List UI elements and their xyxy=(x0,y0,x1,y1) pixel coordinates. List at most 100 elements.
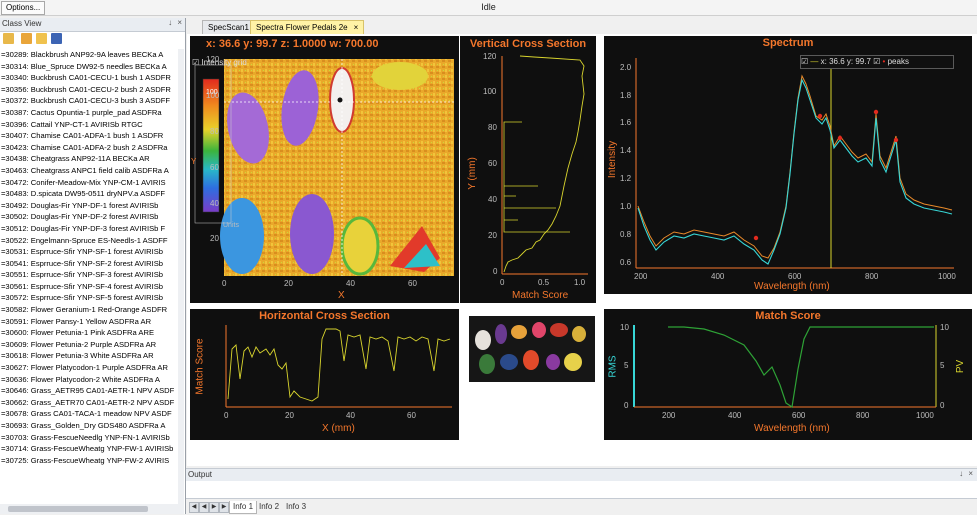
class-list-item[interactable]: =30551: Esprruce-Sfir YNP-SF-3 forest AV… xyxy=(0,269,178,281)
class-list-item[interactable]: =30703: Grass-FescueNeedlg YNP-FN-1 AVIR… xyxy=(0,432,178,444)
hcs-xtick-40: 40 xyxy=(346,411,355,420)
app-status-title: Idle xyxy=(481,2,496,12)
class-list-item[interactable]: =30314: Blue_Spruce DW92-5 needles BECKa… xyxy=(0,61,178,73)
class-list-item[interactable]: =30646: Grass_AETR95 CA01-AETR-1 NPV ASD… xyxy=(0,385,178,397)
ms-xtick-400: 400 xyxy=(728,411,742,420)
pin-icon[interactable]: ↓ xyxy=(959,469,963,478)
next-page-icon[interactable]: ▶ xyxy=(209,502,219,513)
class-list-item[interactable]: =30618: Flower Petunia-3 White ASDFRa AR xyxy=(0,350,178,362)
class-list-item[interactable]: =30423: Chamise CA01-ADFA-2 bush 2 ASDFR… xyxy=(0,142,178,154)
class-list-item[interactable]: =30356: Buckbrush CA01-CECU-2 bush 2 ASD… xyxy=(0,84,178,96)
tab-specscan1[interactable]: SpecScan1 xyxy=(202,20,255,34)
spectrum-x-label: Wavelength (nm) xyxy=(754,281,830,292)
vertical-cross-section-panel: Vertical Cross Section 120 100 80 60 40 … xyxy=(460,36,596,303)
image-xtick-0: 0 xyxy=(222,279,227,288)
new-class-icon[interactable] xyxy=(3,33,14,44)
class-list-item[interactable]: =30463: Cheatgrass ANPC1 field calib ASD… xyxy=(0,165,178,177)
spectrum-peaks-line xyxy=(637,74,953,259)
spectrum-ytick-0-6: 0.6 xyxy=(620,258,632,267)
match-score-panel: Match Score 10 5 0 10 5 0 200 400 600 80… xyxy=(604,309,972,440)
vertical-cross-section-chart[interactable] xyxy=(460,36,596,303)
class-list-item[interactable]: =30531: Esprruce-Sfir YNP-SF-1 forest AV… xyxy=(0,246,178,258)
class-list-item[interactable]: =30714: Grass-FescueWheatg YNP-FW-1 AVIR… xyxy=(0,443,178,455)
prev-page-icon[interactable]: ◀ xyxy=(199,502,209,513)
class-list-item[interactable]: =30522: Engelmann-Spruce ES-Needls-1 ASD… xyxy=(0,235,178,247)
spectrum-ytick-1-4: 1.4 xyxy=(620,146,632,155)
class-list-item[interactable]: =30387: Cactus Opuntia-1 purple_pad ASDF… xyxy=(0,107,178,119)
class-list-item[interactable]: =30407: Chamise CA01-ADFA-1 bush 1 ASDFR xyxy=(0,130,178,142)
class-list-item[interactable]: =30609: Flower Petunia-2 Purple ASDFRa A… xyxy=(0,339,178,351)
vcs-ytick-100: 100 xyxy=(483,87,497,96)
ms-y-label-left: RMS xyxy=(607,355,619,378)
spectrum-ytick-1-6: 1.6 xyxy=(620,118,632,127)
image-view-svg[interactable] xyxy=(190,36,459,303)
class-list-item[interactable]: =30372: Buckbrush CA01-CECU-3 bush 3 ASD… xyxy=(0,95,178,107)
class-list-horizontal-scrollbar[interactable] xyxy=(0,504,178,514)
class-list-item[interactable]: =30541: Esprruce-Sfir YNP-SF-2 forest AV… xyxy=(0,258,178,270)
cursor-series-checkbox[interactable]: ☑ xyxy=(801,57,808,66)
class-list-item[interactable]: =30492: Douglas-Fir YNP-DF-1 forest AVIR… xyxy=(0,200,178,212)
output-panel: Output ↓ × xyxy=(186,468,977,499)
class-list-item[interactable]: =30636: Flower Platycodon-2 White ASDFRa… xyxy=(0,374,178,386)
peaks-series-checkbox[interactable]: ☑ xyxy=(873,57,880,66)
class-list-item[interactable]: =30591: Flower Pansy-1 Yellow ASDFRa AR xyxy=(0,316,178,328)
tab-spectra-flower-pedals[interactable]: Spectra Flower Pedals 2e × xyxy=(250,20,365,34)
intensity-grid-checkbox[interactable]: ☑ Intensity grid xyxy=(192,58,247,67)
spectrum-xtick-1000: 1000 xyxy=(938,272,956,281)
spectrum-xtick-200: 200 xyxy=(634,272,648,281)
options-button[interactable]: Options... xyxy=(1,1,46,15)
tab-info-3[interactable]: Info 3 xyxy=(283,501,309,513)
image-xtick-40: 40 xyxy=(346,279,355,288)
tab-info-1[interactable]: Info 1 xyxy=(229,501,258,514)
peak-marker-2 xyxy=(837,135,843,141)
vcs-xtick-0-5: 0.5 xyxy=(538,278,550,287)
class-list-item[interactable]: =30396: Cattail YNP-CT-1 AVIRISb RTGC xyxy=(0,119,178,131)
close-icon[interactable]: × xyxy=(968,469,973,478)
class-list-item[interactable]: =30725: Grass-FescueWheatg YNP-FW-2 AVIR… xyxy=(0,455,178,467)
class-list-item[interactable]: =30572: Esprruce-Sfir YNP-SF-5 forest AV… xyxy=(0,292,178,304)
vcs-xtick-0: 0 xyxy=(500,278,505,287)
class-list-item[interactable]: =30289: Blackbrush ANP92-9A leaves BECKa… xyxy=(0,49,178,61)
peaks-series-swatch: • xyxy=(882,57,886,66)
close-tab-icon[interactable]: × xyxy=(354,23,359,32)
add-folder-icon[interactable] xyxy=(21,33,32,44)
open-folder-icon[interactable] xyxy=(36,33,47,44)
spectrum-legend: ☑ — x: 36.6 y: 99.7 ☑ • peaks xyxy=(800,55,954,69)
class-list-item[interactable]: =30678: Grass CA01-TACA-1 meadow NPV ASD… xyxy=(0,408,178,420)
vcs-ytick-0: 0 xyxy=(493,267,498,276)
class-list-item[interactable]: =30627: Flower Platycodon-1 Purple ASDFR… xyxy=(0,362,178,374)
horizontal-cross-section-chart[interactable] xyxy=(190,309,459,440)
tab-info-2[interactable]: Info 2 xyxy=(256,501,282,513)
colorbar-units-label: Units xyxy=(223,222,239,229)
class-list-item[interactable]: =30438: Cheatgrass ANP92-11A BECKa AR xyxy=(0,153,178,165)
class-list-item[interactable]: =30340: Buckbrush CA01-CECU-1 bush 1 ASD… xyxy=(0,72,178,84)
class-list-item[interactable]: =30472: Conifer-Meadow-Mix YNP-CM-1 AVIR… xyxy=(0,177,178,189)
close-icon[interactable]: × xyxy=(177,18,182,27)
class-list-item[interactable]: =30502: Douglas-Fir YNP-DF-2 forest AVIR… xyxy=(0,211,178,223)
class-list-item[interactable]: =30561: Esprruce-Sfir YNP-SF-4 forest AV… xyxy=(0,281,178,293)
class-list-item[interactable]: =30600: Flower Petunia-1 Pink ASDFRa ARE xyxy=(0,327,178,339)
class-list-item[interactable]: =30512: Douglas-Fir YNP-DF-3 forest AVIR… xyxy=(0,223,178,235)
class-view-panel: Class View ↓ × =30289: Blackbrush ANP92-… xyxy=(0,18,186,514)
hcs-y-label: Match Score xyxy=(194,338,206,395)
ms-yleft-5: 5 xyxy=(624,361,629,370)
spectrum-chart[interactable] xyxy=(604,36,972,294)
class-list-item[interactable]: =30582: Flower Geranium-1 Red-Orange ASD… xyxy=(0,304,178,316)
vcs-y-label: Y (mm) xyxy=(466,157,478,190)
last-page-icon[interactable]: ▶ xyxy=(219,502,229,513)
save-icon[interactable] xyxy=(51,33,62,44)
spectrum-y-label: Intensity xyxy=(607,140,619,179)
class-list-item[interactable]: =30662: Grass_AETR70 CA01-AETR-2 NPV ASD… xyxy=(0,397,178,409)
class-list-vertical-scrollbar[interactable] xyxy=(178,49,184,514)
document-tabs: SpecScan1 Spectra Flower Pedals 2e × xyxy=(186,18,977,34)
class-list-item[interactable]: =30693: Grass_Golden_Dry GDS480 ASDFRa A xyxy=(0,420,178,432)
class-list-item[interactable]: =30483: D.spicata DW95-0511 dryNPV.a ASD… xyxy=(0,188,178,200)
pin-icon[interactable]: ↓ xyxy=(168,18,172,27)
class-view-header: Class View ↓ × xyxy=(0,18,185,32)
horizontal-scroll-thumb[interactable] xyxy=(8,506,148,512)
first-page-icon[interactable]: ◀ xyxy=(189,502,199,513)
ms-xtick-600: 600 xyxy=(792,411,806,420)
output-header: Output ↓ × xyxy=(186,469,977,481)
sample-photo-thumbnail[interactable] xyxy=(469,316,595,382)
match-score-chart[interactable] xyxy=(604,309,972,440)
